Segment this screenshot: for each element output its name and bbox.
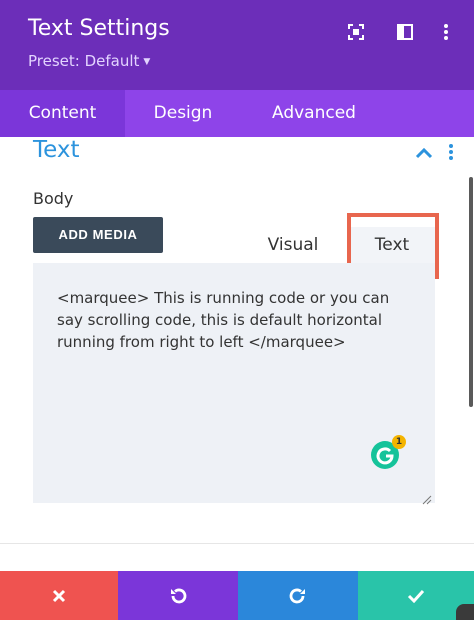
preset-label: Preset: Default [28, 52, 140, 70]
chevron-up-icon[interactable] [414, 145, 434, 159]
close-icon [52, 589, 66, 602]
corner-widget [456, 604, 474, 620]
editor-tab-visual[interactable]: Visual [243, 227, 343, 263]
action-bar [0, 571, 474, 620]
more-vertical-icon[interactable] [446, 143, 456, 161]
discard-button[interactable] [0, 571, 118, 620]
redo-button[interactable] [238, 571, 358, 620]
settings-panel: Text Body ADD MEDIA Visual Text <marquee… [0, 137, 474, 571]
undo-button[interactable] [118, 571, 238, 620]
undo-icon [171, 588, 187, 603]
scrollbar-thumb[interactable] [469, 177, 473, 407]
editor-text-content[interactable]: <marquee> This is running code or you ca… [57, 287, 417, 353]
resize-handle-icon[interactable] [422, 490, 432, 505]
modal-title: Text Settings [28, 16, 170, 41]
settings-tabs: Content Design Advanced [0, 90, 474, 137]
grammarly-count-badge: 1 [392, 435, 406, 449]
focus-icon[interactable] [346, 22, 366, 42]
check-icon [407, 589, 425, 603]
modal-header: Text Settings Preset: Default ▼ [0, 0, 474, 90]
add-media-button[interactable]: ADD MEDIA [33, 217, 163, 253]
section-title[interactable]: Text [33, 137, 80, 163]
body-editor[interactable]: <marquee> This is running code or you ca… [33, 263, 435, 505]
redo-icon [289, 588, 305, 603]
body-label: Body [33, 189, 74, 208]
more-vertical-icon[interactable] [436, 22, 456, 42]
divider [0, 543, 474, 544]
preset-selector[interactable]: Preset: Default ▼ [28, 52, 150, 70]
tab-design[interactable]: Design [130, 90, 236, 137]
caret-down-icon: ▼ [143, 57, 151, 67]
tab-content[interactable]: Content [0, 90, 125, 137]
sidebar-layout-icon[interactable] [395, 22, 415, 42]
tab-advanced[interactable]: Advanced [250, 90, 378, 137]
